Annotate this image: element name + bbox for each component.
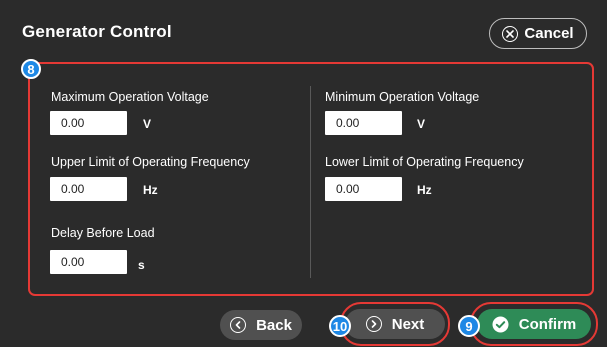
min-voltage-label: Minimum Operation Voltage xyxy=(325,90,480,104)
lower-frequency-unit: Hz xyxy=(417,183,432,197)
delay-input[interactable]: 0.00 xyxy=(50,250,127,274)
confirm-button[interactable]: Confirm xyxy=(477,309,591,339)
delay-label: Delay Before Load xyxy=(51,226,155,240)
next-button-label: Next xyxy=(391,315,425,333)
max-voltage-label: Maximum Operation Voltage xyxy=(51,90,209,104)
upper-frequency-unit: Hz xyxy=(143,183,158,197)
lower-frequency-label: Lower Limit of Operating Frequency xyxy=(325,155,524,169)
max-voltage-unit: V xyxy=(143,117,152,131)
upper-frequency-input[interactable]: 0.00 xyxy=(50,177,127,201)
chevron-left-icon xyxy=(230,317,247,333)
next-button[interactable]: Next xyxy=(345,309,445,339)
chevron-right-icon xyxy=(365,316,382,332)
lower-frequency-input[interactable]: 0.00 xyxy=(325,177,402,201)
generator-control-screen: Generator Control Cancel 8 Maximum Opera… xyxy=(0,0,607,347)
min-voltage-input[interactable]: 0.00 xyxy=(325,111,402,135)
callout-badge-next: 10 xyxy=(329,315,351,337)
back-button[interactable]: Back xyxy=(220,310,302,340)
back-button-label: Back xyxy=(256,316,292,334)
cancel-button[interactable]: Cancel xyxy=(489,18,587,49)
callout-badge-form: 8 xyxy=(21,59,41,79)
delay-unit: s xyxy=(138,258,145,272)
upper-frequency-label: Upper Limit of Operating Frequency xyxy=(51,155,250,169)
check-circle-icon xyxy=(492,316,509,333)
close-circle-icon xyxy=(502,25,519,42)
callout-badge-confirm: 9 xyxy=(458,315,480,337)
page-title: Generator Control xyxy=(22,22,172,41)
max-voltage-input[interactable]: 0.00 xyxy=(50,111,127,135)
min-voltage-unit: V xyxy=(417,117,426,131)
cancel-button-label: Cancel xyxy=(524,25,574,42)
confirm-button-label: Confirm xyxy=(518,315,577,333)
column-divider xyxy=(310,86,311,278)
